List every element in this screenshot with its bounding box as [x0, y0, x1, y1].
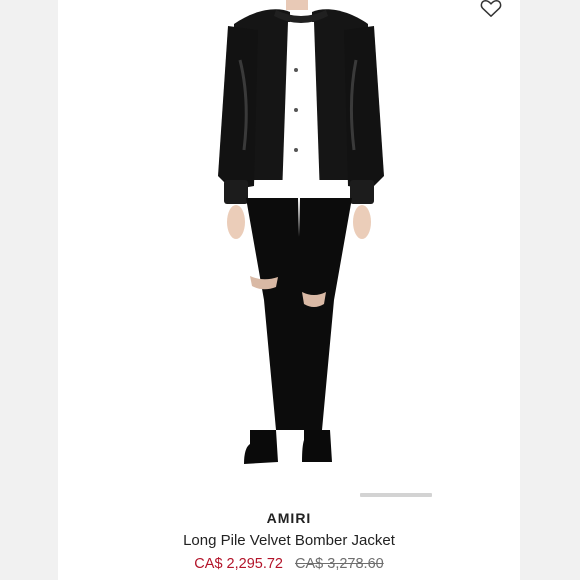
product-page: AMIRI Long Pile Velvet Bomber Jacket CA$…	[0, 0, 580, 580]
product-title[interactable]: Long Pile Velvet Bomber Jacket	[58, 532, 520, 549]
brand-name[interactable]: AMIRI	[58, 510, 520, 526]
product-card[interactable]: AMIRI Long Pile Velvet Bomber Jacket CA$…	[58, 0, 520, 580]
sale-price: CA$ 2,295.72	[194, 556, 283, 572]
product-image	[218, 0, 384, 464]
heart-icon[interactable]	[480, 0, 504, 20]
price-row: CA$ 2,295.72 CA$ 3,278.60	[58, 556, 520, 572]
original-price: CA$ 3,278.60	[295, 556, 384, 572]
image-carousel-indicator[interactable]	[360, 493, 432, 497]
